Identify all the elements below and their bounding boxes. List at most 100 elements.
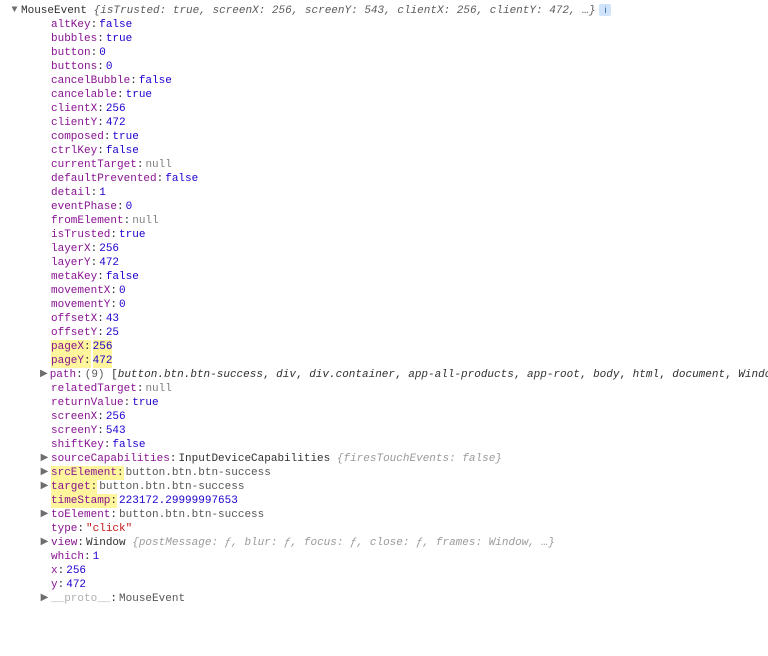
property-value: 25 [106, 326, 119, 340]
console-output: ▼ MouseEvent {isTrusted: true, screenX: … [0, 0, 768, 612]
property-value: 256 [66, 564, 86, 578]
info-icon[interactable]: i [599, 4, 611, 16]
property-value: 0 [119, 298, 126, 312]
property-value: 0 [126, 200, 133, 214]
property-name: movementX [51, 284, 110, 298]
property-value: false [99, 18, 132, 32]
property-value: 256 [99, 242, 119, 256]
property-name: target [51, 480, 91, 494]
caret-right-icon[interactable]: ▶ [40, 508, 49, 522]
object-property: ▶currentTarget: null [0, 158, 768, 172]
property-value: true [132, 396, 158, 410]
object-property: ▶offsetY: 25 [0, 326, 768, 340]
caret-right-icon[interactable]: ▶ [40, 452, 49, 466]
property-name: ctrlKey [51, 144, 97, 158]
property-value: 256 [93, 340, 113, 354]
object-property: ▶detail: 1 [0, 186, 768, 200]
object-property: ▶buttons: 0 [0, 60, 768, 74]
object-property: ▶which: 1 [0, 550, 768, 564]
object-property: ▶layerY: 472 [0, 256, 768, 270]
property-value: 256 [106, 410, 126, 424]
property-name: layerX [51, 242, 91, 256]
property-name: y [51, 578, 58, 592]
object-property-expandable[interactable]: ▶srcElement: button.btn.btn-success [0, 466, 768, 480]
property-name: altKey [51, 18, 91, 32]
property-value: true [126, 88, 152, 102]
caret-right-icon[interactable]: ▶ [40, 368, 48, 382]
object-property-expandable[interactable]: ▶toElement: button.btn.btn-success [0, 508, 768, 522]
object-header[interactable]: ▼ MouseEvent {isTrusted: true, screenX: … [0, 4, 768, 18]
property-value: button.btn.btn-success [99, 480, 244, 494]
caret-right-icon[interactable]: ▶ [40, 592, 49, 606]
summary-pairs: isTrusted: true, screenX: 256, screenY: … [100, 5, 569, 17]
property-value: null [145, 382, 171, 396]
object-property: ▶isTrusted: true [0, 228, 768, 242]
caret-right-icon[interactable]: ▶ [40, 480, 49, 494]
object-property-expandable[interactable]: ▶target: button.btn.btn-success [0, 480, 768, 494]
object-property-expandable[interactable]: ▶view: Window {postMessage: ƒ, blur: ƒ, … [0, 536, 768, 550]
property-value: false [106, 144, 139, 158]
property-name: srcElement [51, 466, 117, 480]
property-value: 0 [99, 46, 106, 60]
caret-right-icon[interactable]: ▶ [40, 536, 49, 550]
property-name: detail [51, 186, 91, 200]
object-property: ▶layerX: 256 [0, 242, 768, 256]
property-name: timeStamp [51, 494, 110, 508]
property-name: offsetY [51, 326, 97, 340]
object-property: ▶cancelable: true [0, 88, 768, 102]
property-value: 1 [93, 550, 100, 564]
object-property: ▶screenX: 256 [0, 410, 768, 424]
property-name: isTrusted [51, 228, 110, 242]
caret-down-icon[interactable]: ▼ [10, 4, 19, 18]
property-name: x [51, 564, 58, 578]
object-property-expandable[interactable]: ▶sourceCapabilities: InputDeviceCapabili… [0, 452, 768, 466]
property-name: screenY [51, 424, 97, 438]
property-name: cancelBubble [51, 74, 130, 88]
property-name: currentTarget [51, 158, 137, 172]
object-property: ▶shiftKey: false [0, 438, 768, 452]
object-property: ▶type: "click" [0, 522, 768, 536]
object-property: ▶movementY: 0 [0, 298, 768, 312]
property-name: pageX [51, 340, 84, 354]
property-name: cancelable [51, 88, 117, 102]
property-value: 0 [106, 60, 113, 74]
property-name: clientY [51, 116, 97, 130]
caret-right-icon[interactable]: ▶ [40, 466, 49, 480]
property-value: 223172.29999997653 [119, 494, 238, 508]
property-name: fromElement [51, 214, 124, 228]
property-value: true [119, 228, 145, 242]
property-value: 543 [106, 424, 126, 438]
object-property: ▶metaKey: false [0, 270, 768, 284]
property-value: 1 [99, 186, 106, 200]
property-name: returnValue [51, 396, 124, 410]
property-name: button [51, 46, 91, 60]
object-property: ▶clientX: 256 [0, 102, 768, 116]
property-value: Window {postMessage: ƒ, blur: ƒ, focus: … [86, 536, 555, 550]
property-value: button.btn.btn-success [119, 508, 264, 522]
object-property: ▶defaultPrevented: false [0, 172, 768, 186]
property-value: null [145, 158, 171, 172]
property-value: "click" [86, 522, 132, 536]
object-property: ▶movementX: 0 [0, 284, 768, 298]
object-property-expandable[interactable]: ▶path: (9) [button.btn.btn-success, div,… [0, 368, 768, 382]
object-property: ▶altKey: false [0, 18, 768, 32]
object-property: ▶relatedTarget: null [0, 382, 768, 396]
property-value: MouseEvent [119, 592, 185, 606]
property-name: defaultPrevented [51, 172, 157, 186]
property-name: bubbles [51, 32, 97, 46]
object-property: ▶returnValue: true [0, 396, 768, 410]
property-name: type [51, 522, 77, 536]
property-value: true [106, 32, 132, 46]
proto-property[interactable]: ▶__proto__: MouseEvent [0, 592, 768, 606]
property-name: which [51, 550, 84, 564]
property-name: view [51, 536, 77, 550]
property-value: 472 [66, 578, 86, 592]
object-property: ▶composed: true [0, 130, 768, 144]
property-name: toElement [51, 508, 110, 522]
property-name: metaKey [51, 270, 97, 284]
property-value: InputDeviceCapabilities {firesTouchEvent… [178, 452, 501, 466]
object-property: ▶x: 256 [0, 564, 768, 578]
property-name: shiftKey [51, 438, 104, 452]
property-name: screenX [51, 410, 97, 424]
property-name: offsetX [51, 312, 97, 326]
